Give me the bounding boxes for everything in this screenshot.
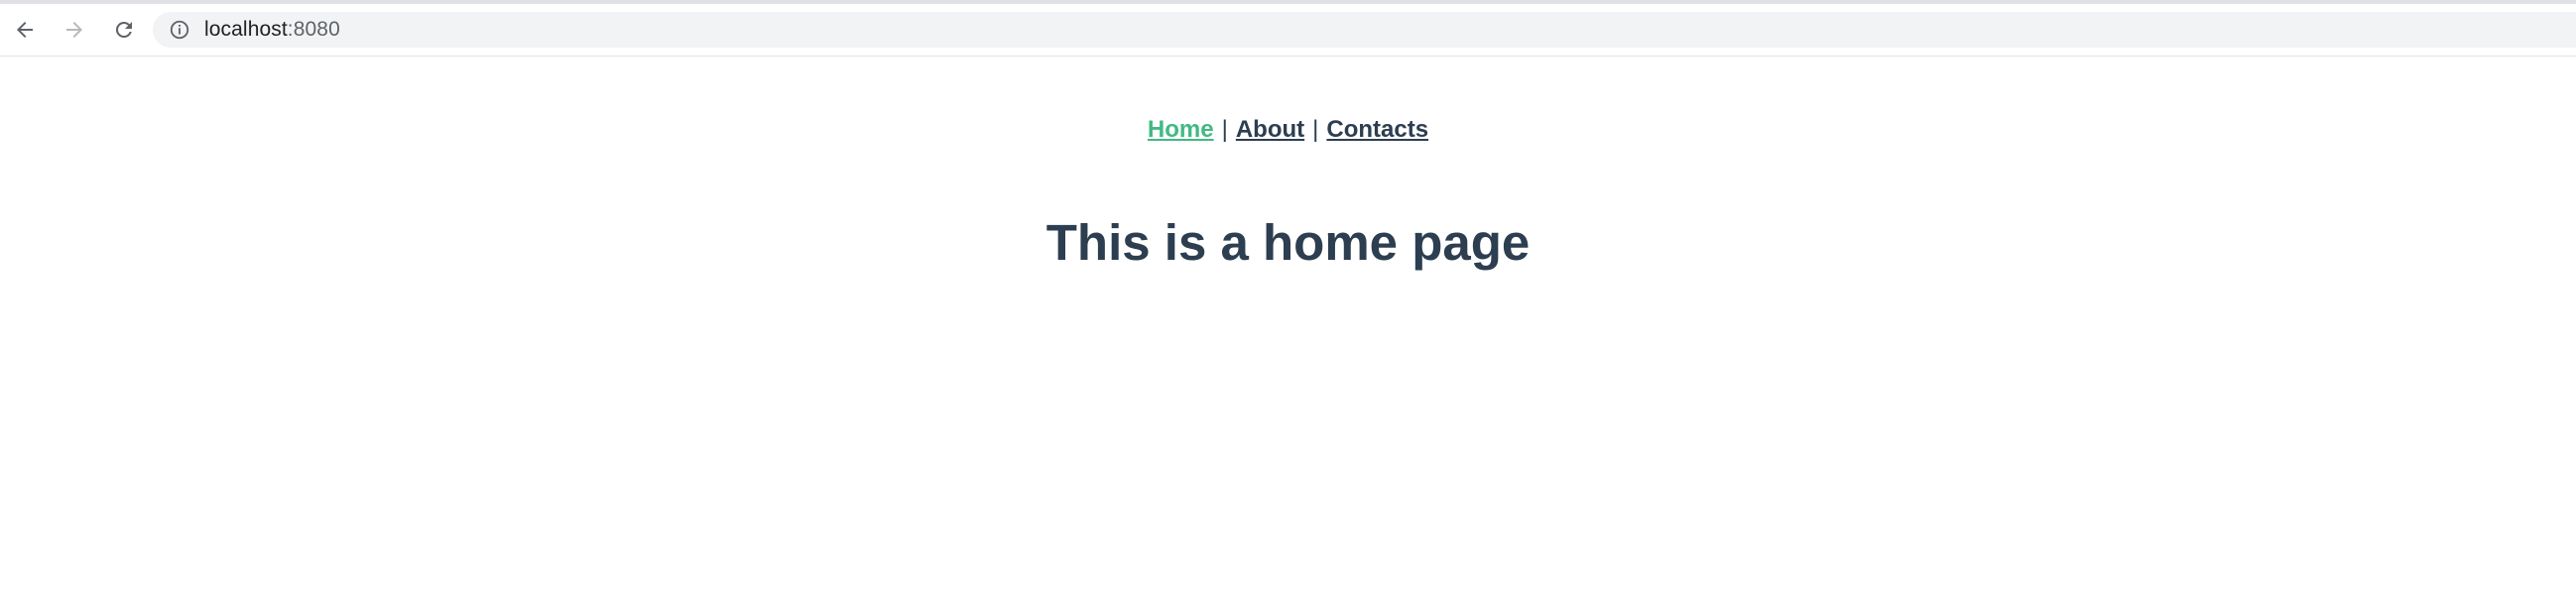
url-port: :8080	[287, 18, 340, 41]
url-host: localhost	[204, 18, 288, 41]
back-arrow-icon	[17, 22, 33, 38]
forward-button[interactable]	[55, 10, 94, 50]
nav-separator: |	[1221, 116, 1228, 143]
nav-link-about[interactable]: About	[1236, 116, 1304, 143]
reload-icon	[115, 21, 132, 38]
site-nav: Home | About | Contacts	[0, 116, 2576, 144]
page-heading: This is a home page	[1045, 214, 1531, 271]
address-bar[interactable]: localhost:8080	[153, 12, 2576, 48]
reload-button[interactable]	[104, 10, 144, 50]
url-text[interactable]: localhost:8080	[204, 18, 340, 42]
forward-arrow-icon	[66, 22, 82, 38]
browser-toolbar: localhost:8080	[0, 4, 2576, 57]
info-icon[interactable]	[169, 19, 190, 41]
nav-link-home[interactable]: Home	[1148, 116, 1214, 143]
back-button[interactable]	[5, 10, 45, 50]
nav-link-contacts[interactable]: Contacts	[1326, 116, 1428, 143]
nav-separator: |	[1312, 116, 1319, 143]
page-content: Home | About | Contacts This is a home page	[0, 57, 2576, 594]
